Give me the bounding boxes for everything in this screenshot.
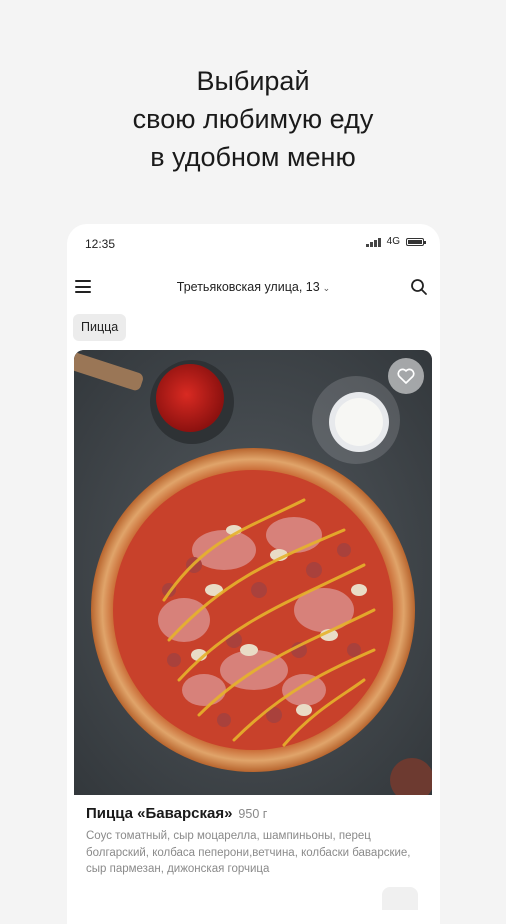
status-bar: 12:35 4G — [67, 224, 440, 266]
product-description: Соус томатный, сыр моцарелла, шампиньоны… — [86, 830, 411, 875]
promo-heading: Выбирай свою любимую еду в удобном меню — [0, 62, 506, 176]
promo-line-2: свою любимую еду — [132, 104, 374, 134]
battery-icon — [406, 237, 426, 246]
top-bar: Третьяковская улица, 13 ⌄ — [67, 268, 440, 306]
product-card[interactable]: Пицца «Баварская» 950 г Соус томатный, сы… — [74, 350, 432, 910]
heart-icon — [397, 368, 415, 384]
product-weight: 950 г — [238, 807, 268, 821]
network-type: 4G — [386, 236, 400, 247]
product-image — [74, 350, 432, 795]
search-icon[interactable] — [410, 278, 428, 296]
product-title: Пицца «Баварская» 950 г — [86, 805, 267, 822]
chevron-down-icon: ⌄ — [322, 283, 331, 293]
status-indicators: 4G — [366, 236, 426, 247]
address-text: Третьяковская улица, 13 — [176, 280, 320, 294]
promo-line-1: Выбирай — [196, 66, 310, 96]
favorite-button[interactable] — [388, 358, 424, 394]
add-to-cart-button[interactable] — [382, 887, 418, 910]
status-time: 12:35 — [85, 237, 116, 251]
category-chip[interactable]: Пицца — [73, 314, 127, 341]
product-name: Пицца «Баварская» — [86, 805, 233, 822]
signal-icon — [366, 237, 381, 247]
phone-screen: 12:35 4G Третьяковская улица, 13⌄ Пицца — [67, 224, 440, 924]
promo-line-3: в удобном меню — [150, 142, 356, 172]
address-selector[interactable]: Третьяковская улица, 13 ⌄ — [67, 280, 440, 294]
